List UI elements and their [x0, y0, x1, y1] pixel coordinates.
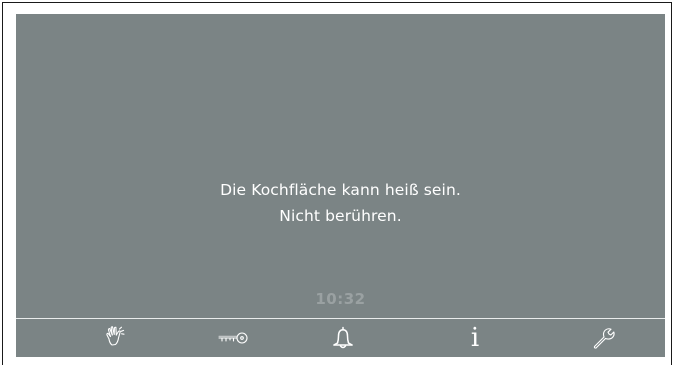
warning-message: Die Kochfläche kann heiß sein. Nicht ber…	[16, 177, 665, 229]
warning-line-2: Nicht berühren.	[279, 207, 402, 225]
info-glyph: i	[470, 323, 480, 353]
device-frame: Die Kochfläche kann heiß sein. Nicht ber…	[2, 2, 672, 365]
warning-line-1: Die Kochfläche kann heiß sein.	[220, 181, 461, 199]
wrench-icon[interactable]	[575, 319, 631, 357]
clock-display: 10:32	[315, 290, 366, 308]
info-icon[interactable]: i	[447, 319, 503, 357]
display-screen: Die Kochfläche kann heiß sein. Nicht ber…	[16, 14, 665, 357]
key-lock-icon[interactable]	[205, 319, 261, 357]
touch-hand-icon[interactable]	[89, 319, 145, 357]
bell-icon[interactable]	[315, 319, 371, 357]
bottom-toolbar: i	[16, 319, 665, 357]
